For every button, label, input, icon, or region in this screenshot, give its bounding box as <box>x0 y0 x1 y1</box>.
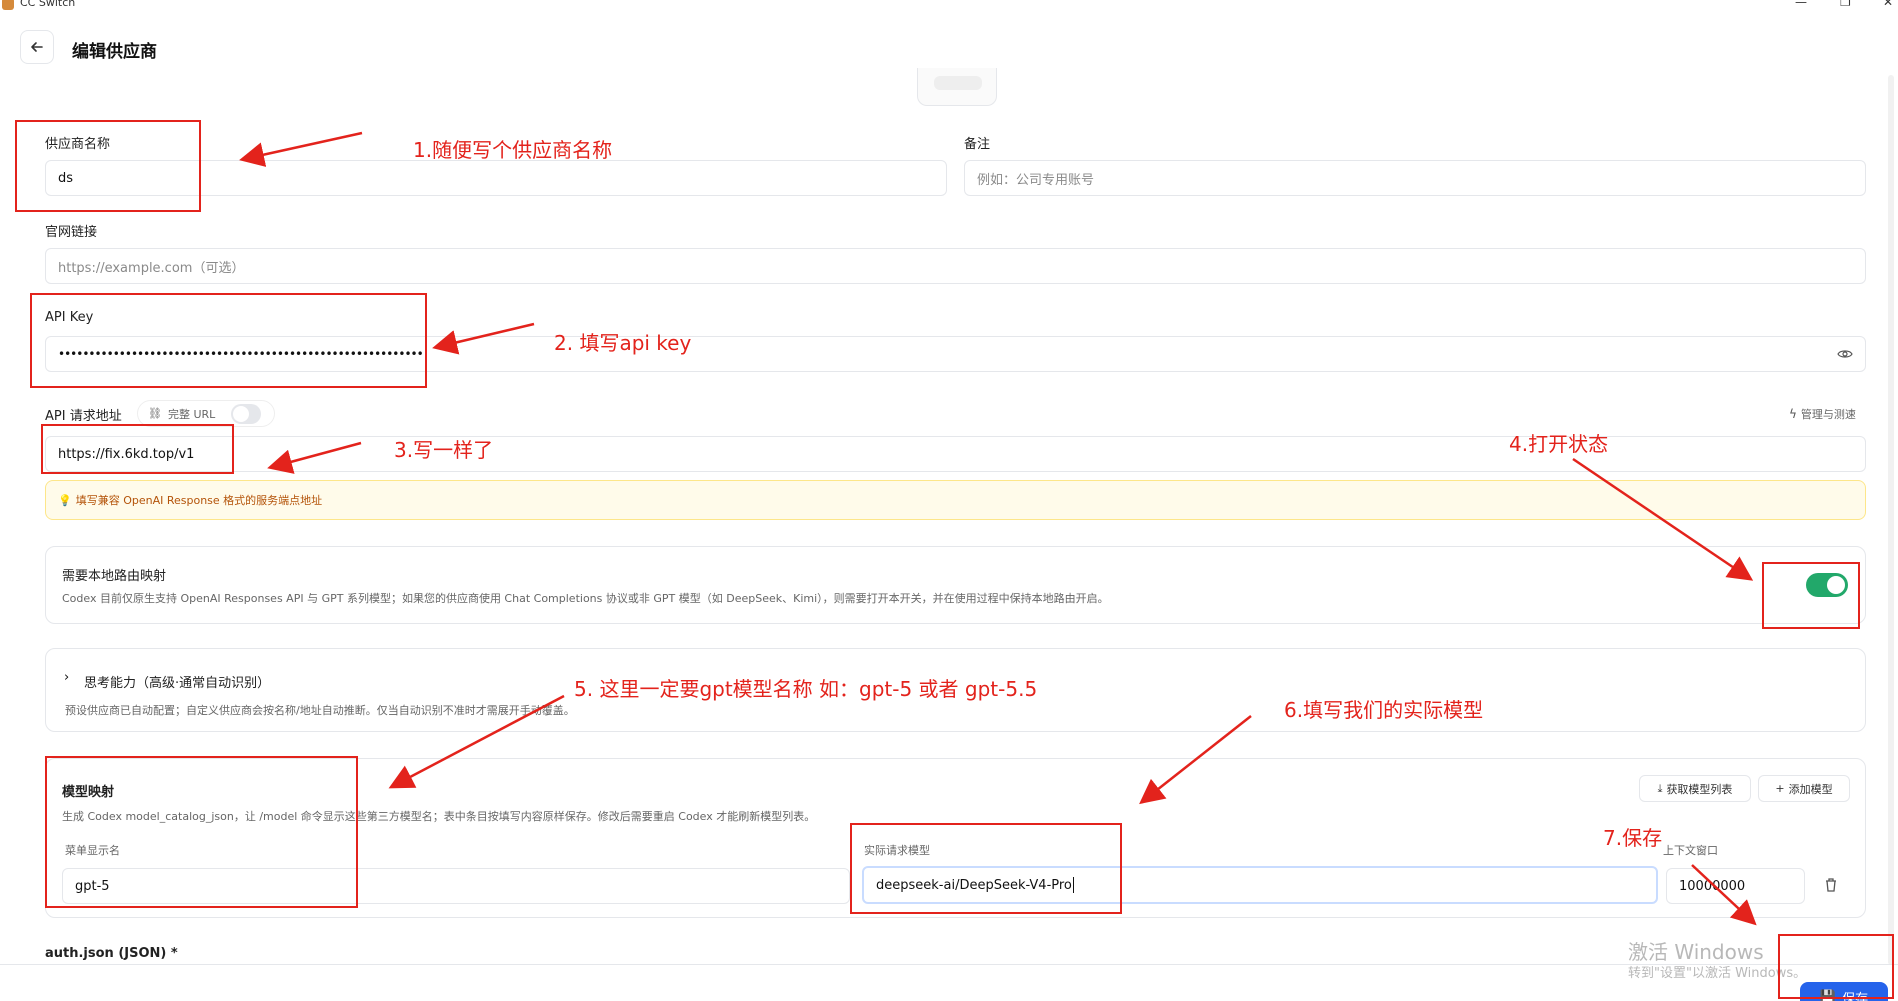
arrow-1 <box>239 131 363 167</box>
arrow-5 <box>388 694 565 789</box>
arrow-4 <box>1572 457 1754 581</box>
arrow-3 <box>267 441 362 474</box>
arrow-6 <box>1139 715 1252 805</box>
annotation-arrows <box>239 131 1757 926</box>
arrow-7 <box>1691 864 1757 926</box>
arrow-2 <box>432 322 535 355</box>
